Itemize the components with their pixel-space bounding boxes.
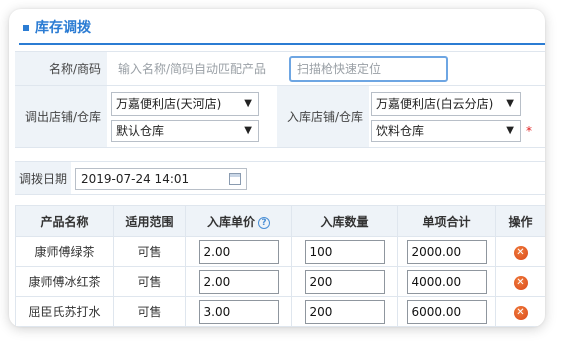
scope-cell: 可售 <box>113 266 186 297</box>
scope-cell: 可售 <box>113 236 186 267</box>
column-header-product-name: 产品名称 <box>15 205 114 237</box>
name-code-label: 名称/商码 <box>15 52 107 85</box>
chevron-down-icon: ▼ <box>244 98 252 109</box>
out-warehouse-select[interactable]: 默认仓库 ▼ <box>111 120 259 142</box>
product-search-fields <box>107 52 545 85</box>
column-header-action: 操作 <box>495 205 545 237</box>
action-cell: ✕ <box>495 236 545 267</box>
delete-icon[interactable]: ✕ <box>513 245 528 260</box>
in-store-label: 入库店铺/仓库 <box>277 86 369 147</box>
delete-icon[interactable]: ✕ <box>513 305 528 320</box>
transfer-date-label: 调拨日期 <box>15 162 71 194</box>
table-row: 康师傅冰红茶 可售 2.00 200 4000.00 ✕ <box>15 266 545 297</box>
quantity-cell: 200 <box>291 296 398 327</box>
action-cell: ✕ <box>495 266 545 297</box>
chevron-down-icon: ▼ <box>506 98 514 109</box>
table-row: 屈臣氏苏打水 可售 3.00 200 6000.00 ✕ <box>15 296 545 327</box>
unit-price-cell: 3.00 <box>185 296 292 327</box>
stock-transfer-panel: 库存调拨 名称/商码 调出店铺/仓库 万嘉便利店(天河店) ▼ 默认仓库 ▼ <box>9 9 545 327</box>
unit-price-cell: 2.00 <box>185 266 292 297</box>
unit-price-input[interactable]: 3.00 <box>198 299 279 324</box>
barcode-scan-input[interactable] <box>289 56 448 82</box>
subtotal-cell: 4000.00 <box>397 266 496 297</box>
in-store-value: 万嘉便利店(白云分店) <box>376 97 494 111</box>
quantity-cell: 100 <box>291 236 398 267</box>
in-store-fields: 万嘉便利店(白云分店) ▼ 饮料仓库 ▼ * <box>369 86 545 147</box>
quantity-cell: 200 <box>291 266 398 297</box>
subtotal-cell: 2000.00 <box>397 236 496 267</box>
quantity-input[interactable]: 100 <box>304 239 385 264</box>
quantity-input[interactable]: 200 <box>304 299 385 324</box>
column-header-quantity: 入库数量 <box>291 205 398 237</box>
out-store-select[interactable]: 万嘉便利店(天河店) ▼ <box>111 92 259 116</box>
required-asterisk: * <box>526 124 532 138</box>
product-name-input[interactable] <box>111 57 287 81</box>
quantity-input[interactable]: 200 <box>304 269 385 294</box>
chevron-down-icon: ▼ <box>244 125 252 136</box>
store-warehouse-row: 调出店铺/仓库 万嘉便利店(天河店) ▼ 默认仓库 ▼ 入库店铺/仓库 万嘉便利… <box>15 86 545 148</box>
in-warehouse-value: 饮料仓库 <box>376 124 425 138</box>
transfer-date-value: 2019-07-24 14:01 <box>81 172 190 186</box>
product-name-cell: 屈臣氏苏打水 <box>15 296 114 327</box>
help-icon[interactable]: ? <box>258 216 270 229</box>
column-header-subtotal: 单项合计 <box>397 205 496 237</box>
subtotal-input[interactable]: 6000.00 <box>406 299 487 324</box>
panel-header: 库存调拨 <box>9 9 545 45</box>
subtotal-input[interactable]: 2000.00 <box>406 239 487 264</box>
out-store-fields: 万嘉便利店(天河店) ▼ 默认仓库 ▼ <box>107 86 277 147</box>
subtotal-cell: 6000.00 <box>397 296 496 327</box>
action-cell: ✕ <box>495 296 545 327</box>
title-underline <box>19 43 545 45</box>
subtotal-input[interactable]: 4000.00 <box>406 269 487 294</box>
chevron-down-icon: ▼ <box>506 125 514 136</box>
product-name-cell: 康师傅冰红茶 <box>15 266 114 297</box>
product-search-row: 名称/商码 <box>15 52 545 86</box>
column-header-unit-price: 入库单价? <box>185 205 292 237</box>
column-header-scope: 适用范围 <box>113 205 186 237</box>
transfer-date-row: 调拨日期 2019-07-24 14:01 <box>15 161 545 195</box>
panel-title: 库存调拨 <box>35 20 91 36</box>
unit-price-header-label: 入库单价 <box>206 214 255 229</box>
transfer-form: 名称/商码 调出店铺/仓库 万嘉便利店(天河店) ▼ 默认仓库 ▼ 入库店铺/仓… <box>15 51 545 148</box>
product-name-cell: 康师傅绿茶 <box>15 236 114 267</box>
in-warehouse-select[interactable]: 饮料仓库 ▼ <box>371 120 521 142</box>
unit-price-input[interactable]: 2.00 <box>198 239 279 264</box>
scope-cell: 可售 <box>113 296 186 327</box>
out-store-value: 万嘉便利店(天河店) <box>116 97 222 111</box>
delete-icon[interactable]: ✕ <box>513 275 528 290</box>
in-store-select[interactable]: 万嘉便利店(白云分店) ▼ <box>371 92 521 116</box>
transfer-items-table: 产品名称 适用范围 入库单价? 入库数量 单项合计 操作 康师傅绿茶 可售 2.… <box>15 205 545 327</box>
out-warehouse-value: 默认仓库 <box>116 124 165 138</box>
unit-price-input[interactable]: 2.00 <box>198 269 279 294</box>
title-marker-icon <box>23 25 29 31</box>
table-header-row: 产品名称 适用范围 入库单价? 入库数量 单项合计 操作 <box>15 205 545 237</box>
table-row: 康师傅绿茶 可售 2.00 100 2000.00 ✕ <box>15 236 545 267</box>
transfer-date-input[interactable]: 2019-07-24 14:01 <box>75 168 247 190</box>
unit-price-cell: 2.00 <box>185 236 292 267</box>
out-store-label: 调出店铺/仓库 <box>15 86 107 147</box>
calendar-icon[interactable] <box>229 173 241 185</box>
